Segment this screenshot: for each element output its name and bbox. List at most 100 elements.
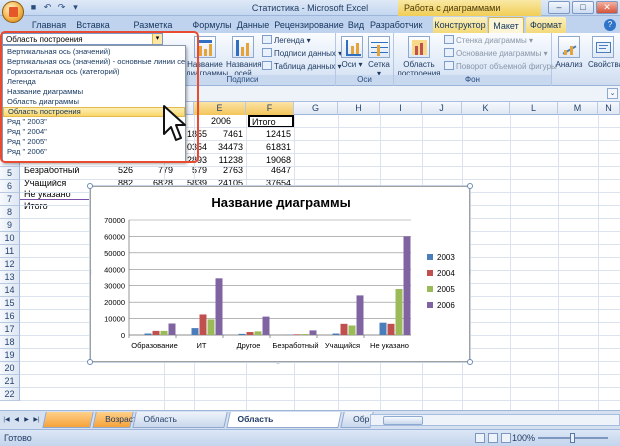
maximize-icon[interactable]: □ xyxy=(572,1,594,14)
legend-button[interactable]: Легенда ▾ xyxy=(262,35,311,47)
analysis-button[interactable]: Анализ xyxy=(554,36,584,69)
chart-elements-combobox[interactable]: Область построения ▾ xyxy=(2,33,163,45)
chart-element-option[interactable]: Ряд " 2003" xyxy=(3,117,185,127)
tab-format[interactable]: Формат xyxy=(526,17,566,33)
row-header-9[interactable]: 9 xyxy=(0,219,20,232)
column-header-e[interactable]: E xyxy=(194,102,246,115)
cell-a8[interactable]: Итого xyxy=(22,200,92,213)
chart-element-option[interactable]: Горизонтальная ось (категорий) xyxy=(3,67,185,77)
close-icon[interactable]: ✕ xyxy=(596,1,618,14)
column-header-h[interactable]: H xyxy=(338,102,380,115)
resize-handle-top[interactable]: ··· xyxy=(276,181,280,187)
resize-handle-top-left[interactable] xyxy=(87,183,93,189)
row-header-7[interactable]: 7 xyxy=(0,193,20,206)
properties-button[interactable]: Свойства xyxy=(588,36,620,69)
sheet-tab-activity-2[interactable]: Область деятельности (2) xyxy=(226,412,342,439)
chart-title-button[interactable]: Название диаграммы xyxy=(186,36,228,78)
resize-handle-left[interactable]: ⋮ xyxy=(88,269,94,276)
column-header-g[interactable]: G xyxy=(294,102,338,115)
chart-element-option[interactable]: Вертикальная ось (значений) xyxy=(3,47,185,57)
row-header-20[interactable]: 20 xyxy=(0,362,20,375)
undo-icon[interactable]: ↶ xyxy=(42,2,53,13)
sheet-tab-age[interactable]: Возраст xyxy=(92,412,137,428)
redo-icon[interactable]: ↷ xyxy=(56,2,67,13)
3d-rotation-button[interactable]: Поворот объемной фигуры xyxy=(444,61,557,73)
column-header-m[interactable]: M xyxy=(558,102,598,115)
chart-element-option[interactable]: Область диаграммы xyxy=(3,97,185,107)
tab-layout[interactable]: Макет xyxy=(488,17,524,33)
axes-button[interactable]: Оси ▾ xyxy=(340,36,364,69)
chart-element-option[interactable]: Ряд " 2004" xyxy=(3,127,185,137)
zoom-slider[interactable] xyxy=(538,433,608,443)
tab-design[interactable]: Конструктор xyxy=(433,17,487,33)
row-header-14[interactable]: 14 xyxy=(0,284,20,297)
row-header-12[interactable]: 12 xyxy=(0,258,20,271)
row-header-22[interactable]: 22 xyxy=(0,388,20,401)
tab-review[interactable]: Рецензирование xyxy=(274,17,344,33)
tab-page-layout[interactable]: Разметка страницы xyxy=(116,17,190,46)
gridlines-button[interactable]: Сетка ▾ xyxy=(366,36,392,78)
resize-handle-right[interactable]: ⋮ xyxy=(467,269,473,276)
data-labels-button[interactable]: Подписи данных ▾ xyxy=(262,48,342,60)
column-header-l[interactable]: L xyxy=(510,102,558,115)
row-header-16[interactable]: 16 xyxy=(0,310,20,323)
prev-sheet-icon[interactable]: ◀ xyxy=(12,415,21,425)
sheet-tab-activity[interactable]: Область деятельности xyxy=(132,412,228,439)
chart-wall-button[interactable]: Стенка диаграммы ▾ xyxy=(444,35,533,47)
normal-view-icon[interactable] xyxy=(475,433,485,443)
chart-element-option[interactable]: Легенда xyxy=(3,77,185,87)
row-header-11[interactable]: 11 xyxy=(0,245,20,258)
row-header-5[interactable]: 5 xyxy=(0,167,20,180)
chart-element-option[interactable]: Ряд " 2006" xyxy=(3,147,185,157)
help-icon[interactable]: ? xyxy=(604,19,616,31)
chart-element-option[interactable]: Ряд " 2005" xyxy=(3,137,185,147)
minimize-icon[interactable]: – xyxy=(548,1,570,14)
formula-bar-expand-icon[interactable]: ⌄ xyxy=(607,88,618,99)
first-sheet-icon[interactable]: |◀ xyxy=(2,415,11,425)
page-layout-view-icon[interactable] xyxy=(488,433,498,443)
tab-view[interactable]: Вид xyxy=(346,17,366,33)
chart-floor-button[interactable]: Основание диаграммы ▾ xyxy=(444,48,548,60)
sheet-tab-hidden[interactable] xyxy=(42,412,94,428)
zoom-slider-thumb[interactable] xyxy=(570,433,575,443)
axis-titles-button[interactable]: Названия осей xyxy=(226,36,262,78)
column-header-j[interactable]: J xyxy=(422,102,462,115)
row-header-6[interactable]: 6 xyxy=(0,180,20,193)
tab-insert[interactable]: Вставка xyxy=(72,17,114,33)
chart-element-option[interactable]: Область построения xyxy=(3,107,185,117)
horizontal-scrollbar[interactable] xyxy=(370,414,620,426)
chart-element-option[interactable]: Название диаграммы xyxy=(3,87,185,97)
sheet-tab-education[interactable]: Обр xyxy=(340,412,374,428)
scrollbar-thumb[interactable] xyxy=(383,416,423,425)
chart-element-option[interactable]: Вертикальная ось (значений) - основные л… xyxy=(3,57,185,67)
page-break-view-icon[interactable] xyxy=(501,433,511,443)
row-header-18[interactable]: 18 xyxy=(0,336,20,349)
last-sheet-icon[interactable]: ▶| xyxy=(32,415,41,425)
row-header-10[interactable]: 10 xyxy=(0,232,20,245)
column-header-k[interactable]: K xyxy=(462,102,510,115)
qat-menu-icon[interactable]: ▾ xyxy=(70,2,81,13)
column-header-n[interactable]: N xyxy=(598,102,620,115)
save-icon[interactable]: ■ xyxy=(28,2,39,13)
row-header-13[interactable]: 13 xyxy=(0,271,20,284)
resize-handle-bottom-right[interactable] xyxy=(467,359,473,365)
column-header-i[interactable]: I xyxy=(380,102,422,115)
resize-handle-bottom[interactable]: ··· xyxy=(276,361,280,367)
row-header-8[interactable]: 8 xyxy=(0,206,20,219)
resize-handle-top-right[interactable] xyxy=(467,183,473,189)
chart-area[interactable]: Название диаграммы 0 10000 20000 30000 40000 5… xyxy=(87,181,473,367)
resize-handle-bottom-left[interactable] xyxy=(87,359,93,365)
tab-home[interactable]: Главная xyxy=(30,17,68,33)
chevron-down-icon[interactable]: ▾ xyxy=(152,34,162,44)
data-table-button[interactable]: Таблица данных ▾ xyxy=(262,61,342,73)
row-header-17[interactable]: 17 xyxy=(0,323,20,336)
column-header-f[interactable]: F xyxy=(246,102,294,115)
office-button[interactable] xyxy=(2,1,24,23)
tab-formulas[interactable]: Формулы xyxy=(192,17,232,33)
row-header-19[interactable]: 19 xyxy=(0,349,20,362)
row-header-21[interactable]: 21 xyxy=(0,375,20,388)
tab-developer[interactable]: Разработчик xyxy=(370,17,422,33)
tab-data[interactable]: Данные xyxy=(236,17,270,33)
row-header-15[interactable]: 15 xyxy=(0,297,20,310)
next-sheet-icon[interactable]: ▶ xyxy=(22,415,31,425)
